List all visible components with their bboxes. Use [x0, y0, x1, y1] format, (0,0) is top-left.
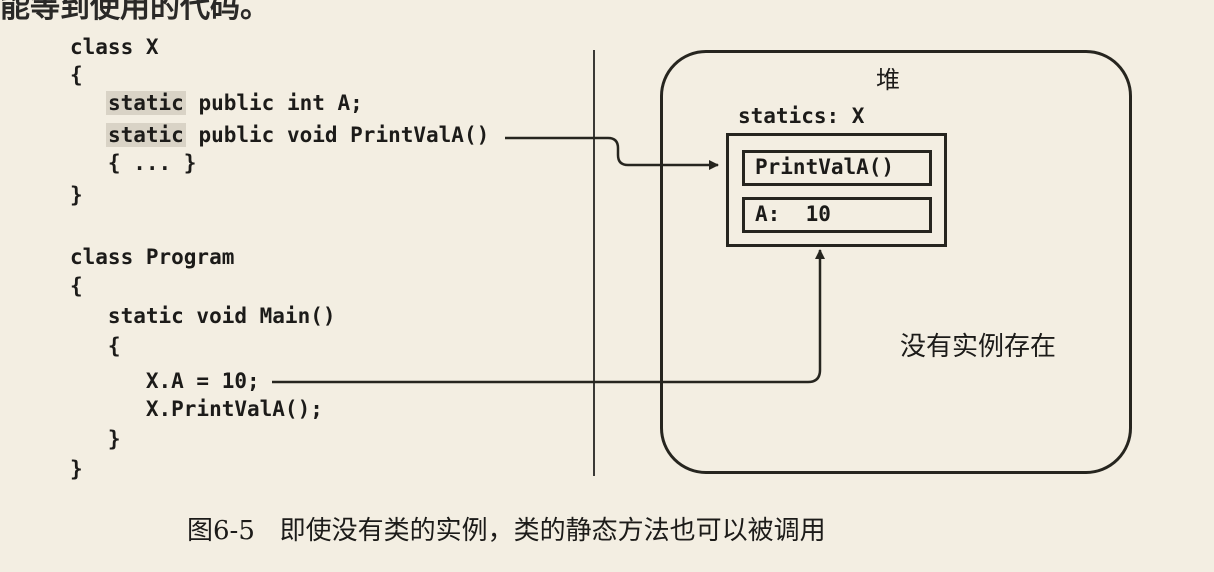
figure-caption: 图6-5 即使没有类的实例，类的静态方法也可以被调用	[187, 516, 826, 546]
field-arrow	[272, 249, 825, 384]
arrows-layer	[272, 136, 825, 384]
method-arrow	[505, 136, 719, 170]
